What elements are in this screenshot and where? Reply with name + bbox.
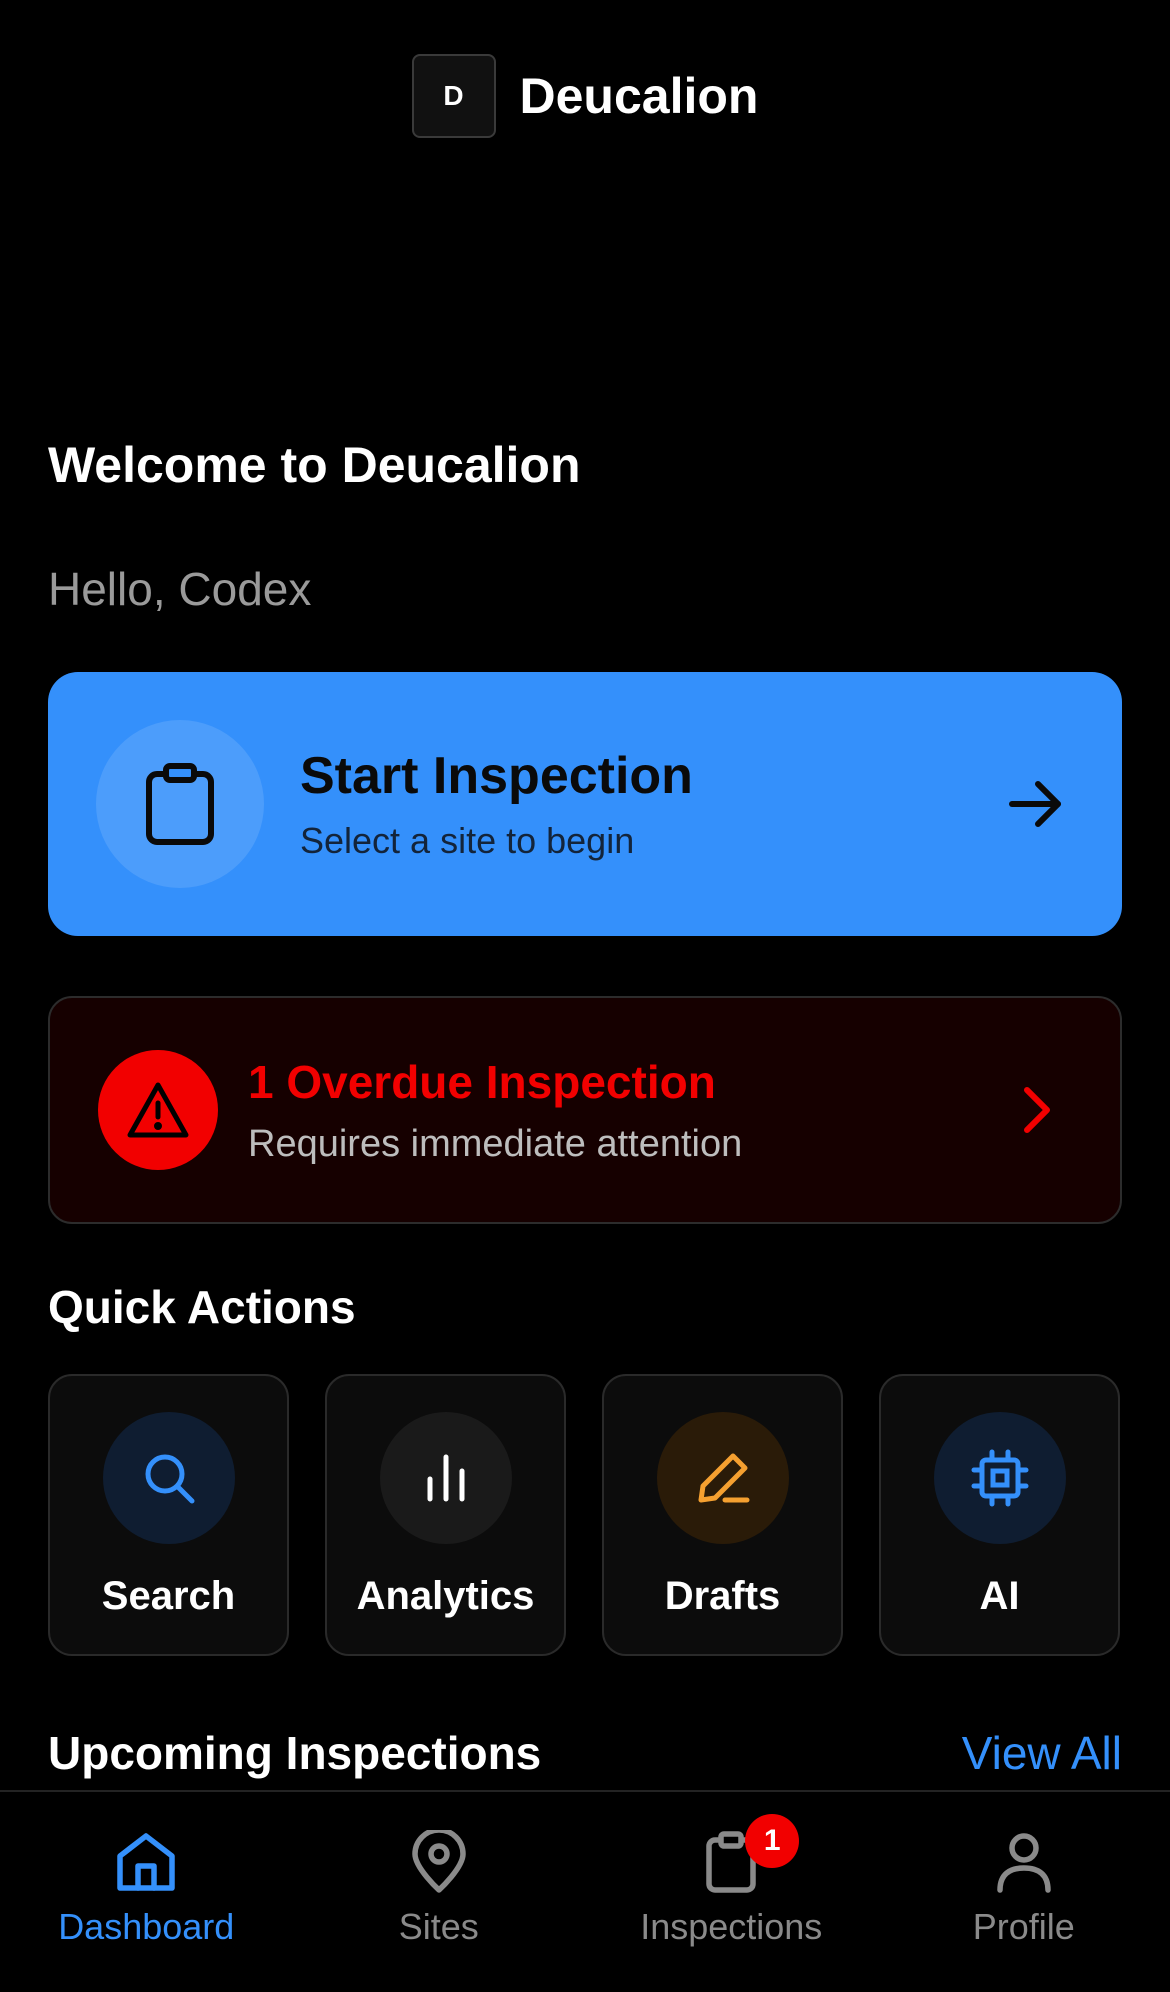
start-inspection-subtitle: Select a site to begin: [300, 820, 635, 861]
quick-action-drafts[interactable]: Drafts: [602, 1374, 843, 1656]
user-icon: [997, 1833, 1051, 1893]
bottom-nav: Dashboard Sites 1 Inspections Profile: [0, 1790, 1170, 1992]
cpu-chip-icon: [971, 1449, 1028, 1507]
quick-action-analytics[interactable]: Analytics: [325, 1374, 566, 1656]
quick-action-label: Drafts: [664, 1574, 781, 1618]
start-icon-circle: [96, 720, 264, 888]
dashboard-screen: D Deucalion Welcome to Deucalion Hello, …: [0, 0, 1170, 1992]
overdue-inspection-alert[interactable]: 1 Overdue Inspection Requires immediate …: [48, 996, 1122, 1224]
upcoming-inspections-title: Upcoming Inspections: [48, 1727, 542, 1779]
overdue-subtitle: Requires immediate attention: [248, 1122, 743, 1165]
quick-action-ai[interactable]: AI: [879, 1374, 1120, 1656]
arrow-right-icon: [1009, 781, 1061, 827]
logo-letter: D: [443, 80, 464, 111]
notification-badge: 1: [745, 1814, 800, 1868]
nav-label: Inspections: [640, 1906, 823, 1947]
nav-label: Profile: [972, 1906, 1075, 1947]
app-name: Deucalion: [519, 68, 759, 124]
clipboard-icon: [146, 763, 214, 845]
ai-icon-circle: [933, 1412, 1066, 1544]
overdue-title: 1 Overdue Inspection: [248, 1055, 716, 1108]
welcome-title: Welcome to Deucalion: [48, 437, 581, 493]
greeting-text: Hello, Codex: [48, 563, 312, 615]
quick-action-label: Analytics: [356, 1574, 535, 1618]
overdue-text: 1 Overdue Inspection Requires immediate …: [248, 1055, 1022, 1166]
quick-action-search[interactable]: Search: [48, 1374, 289, 1656]
app-header: D Deucalion: [0, 54, 1170, 138]
bar-chart-icon: [427, 1454, 464, 1502]
search-icon-circle: [102, 1412, 235, 1544]
nav-dashboard[interactable]: Dashboard: [0, 1792, 293, 1992]
start-inspection-text: Start Inspection Select a site to begin: [300, 746, 1008, 862]
nav-label: Dashboard: [58, 1906, 235, 1947]
quick-actions-grid: Search Analytics Drafts AI: [48, 1374, 1122, 1656]
app-logo: D: [411, 54, 496, 138]
chevron-right-icon: [1024, 1087, 1050, 1133]
quick-action-label: Search: [101, 1574, 236, 1618]
view-all-link[interactable]: View All: [962, 1726, 1122, 1780]
start-inspection-title: Start Inspection: [300, 747, 693, 805]
quick-actions-title: Quick Actions: [48, 1281, 356, 1333]
search-icon: [145, 1454, 194, 1504]
map-pin-icon: [412, 1830, 466, 1893]
nav-sites[interactable]: Sites: [293, 1792, 586, 1992]
start-inspection-card[interactable]: Start Inspection Select a site to begin: [48, 672, 1122, 936]
nav-label: Sites: [398, 1906, 479, 1947]
warning-circle: [98, 1050, 218, 1170]
drafts-icon-circle: [656, 1412, 789, 1544]
nav-profile[interactable]: Profile: [878, 1792, 1170, 1992]
home-icon: [117, 1833, 175, 1891]
nav-inspections[interactable]: 1 Inspections: [585, 1792, 878, 1992]
analytics-icon-circle: [379, 1412, 512, 1544]
pencil-icon: [698, 1453, 749, 1503]
quick-action-label: AI: [979, 1574, 1020, 1618]
warning-triangle-icon: [127, 1082, 189, 1138]
